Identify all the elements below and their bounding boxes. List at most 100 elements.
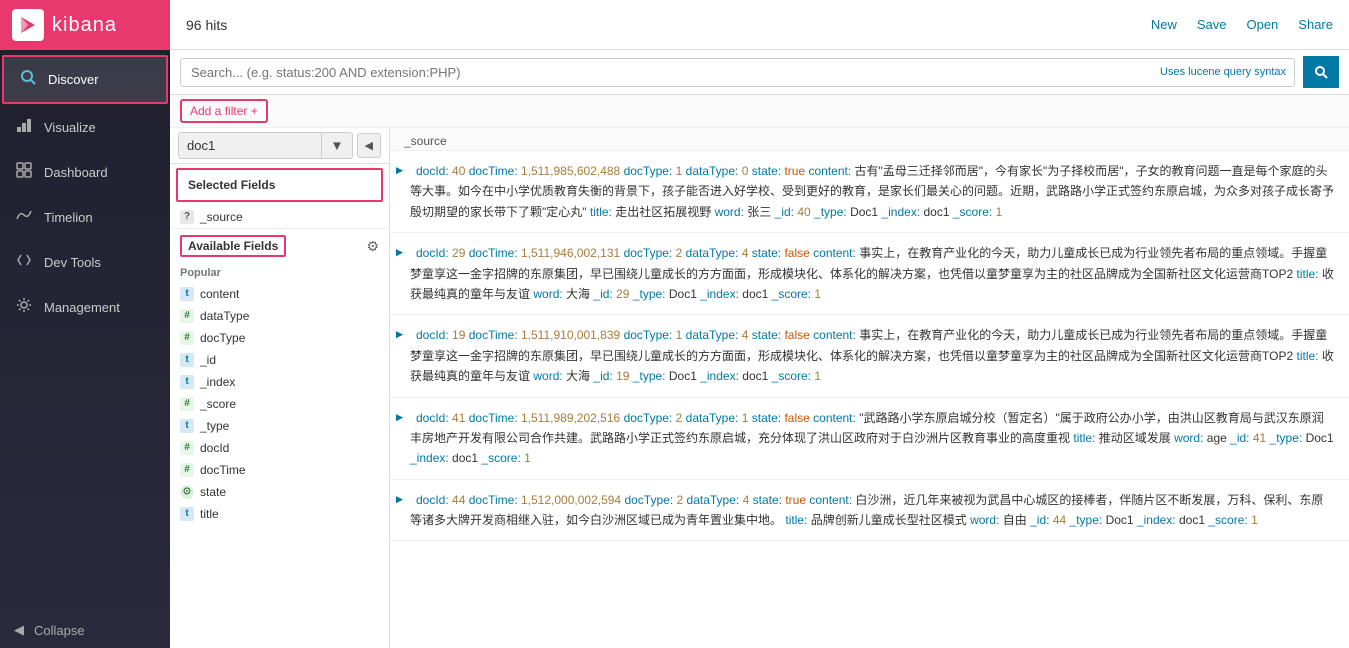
sidebar-item-visualize[interactable]: Visualize	[0, 105, 170, 150]
field-type-t-icon2: t	[180, 353, 194, 367]
field-state-label: state	[200, 485, 226, 499]
field-content[interactable]: t content	[170, 283, 389, 305]
discover-icon	[18, 69, 38, 90]
sidebar-item-devtools[interactable]: Dev Tools	[0, 240, 170, 285]
source-field-badge: ?	[180, 210, 194, 224]
filter-row: Add a filter +	[170, 95, 1349, 128]
field-doctype-label: docType	[200, 331, 245, 345]
field-type-hash-icon: #	[180, 309, 194, 323]
field-content-label: content	[200, 287, 239, 301]
index-name[interactable]: doc1	[178, 132, 322, 159]
visualize-icon	[14, 117, 34, 138]
logo-area[interactable]: kibana	[0, 0, 170, 50]
result-entry-5: ▶ docId: 44 docTime: 1,512,000,002,594 d…	[390, 480, 1349, 542]
popular-label: Popular	[170, 263, 389, 283]
new-button[interactable]: New	[1151, 17, 1177, 32]
field-type[interactable]: t _type	[170, 415, 389, 437]
sidebar-item-discover[interactable]: Discover	[2, 55, 168, 104]
panel-collapse-button[interactable]: ◀	[357, 133, 381, 158]
field-doctype[interactable]: # docType	[170, 327, 389, 349]
search-button[interactable]	[1303, 56, 1339, 88]
result-entry-3: ▶ docId: 19 docTime: 1,511,910,001,839 d…	[390, 315, 1349, 397]
open-button[interactable]: Open	[1246, 17, 1278, 32]
field-state[interactable]: ⊙ state	[170, 481, 389, 503]
field-type-t-icon3: t	[180, 375, 194, 389]
hits-count: 96 hits	[186, 17, 227, 33]
field-type-t-icon5: t	[180, 507, 194, 521]
sidebar-nav: Discover Visualize Dashboar	[0, 50, 170, 612]
selected-fields-header: Selected Fields	[176, 168, 383, 202]
kibana-logo-text: kibana	[52, 14, 117, 37]
available-fields-label: Available Fields	[180, 235, 286, 257]
main-area: 96 hits New Save Open Share Uses lucene …	[170, 0, 1349, 648]
result-3-expand-icon[interactable]: ▶	[396, 327, 403, 342]
management-icon	[14, 297, 34, 318]
left-panel: doc1 ▼ ◀ Selected Fields ? _source Avail…	[170, 128, 390, 648]
field-doctime[interactable]: # docTime	[170, 459, 389, 481]
gear-icon[interactable]: ⚙	[366, 238, 379, 255]
field-docid-label: docId	[200, 441, 229, 455]
source-field-name: _source	[200, 210, 243, 224]
field-score-label: _score	[200, 397, 236, 411]
field-id-label: _id	[200, 353, 216, 367]
field-type-hash-icon3: #	[180, 397, 194, 411]
field-type-hash-icon5: #	[180, 463, 194, 477]
index-selector: doc1 ▼ ◀	[170, 128, 389, 164]
collapse-label: Collapse	[34, 623, 85, 638]
field-title-label: title	[200, 507, 219, 521]
field-type-circle-icon: ⊙	[180, 485, 194, 499]
field-type-hash-icon4: #	[180, 441, 194, 455]
field-doctime-label: docTime	[200, 463, 246, 477]
sidebar-item-dashboard[interactable]: Dashboard	[0, 150, 170, 195]
field-datatype-label: dataType	[200, 309, 249, 323]
lucene-hint: Uses lucene query syntax	[1152, 66, 1294, 78]
sidebar-item-discover-label: Discover	[48, 72, 99, 87]
sidebar-item-timelion[interactable]: Timelion	[0, 195, 170, 240]
sidebar-item-visualize-label: Visualize	[44, 120, 96, 135]
devtools-icon	[14, 252, 34, 273]
field-index-label: _index	[200, 375, 235, 389]
sidebar-item-dashboard-label: Dashboard	[44, 165, 108, 180]
field-id[interactable]: t _id	[170, 349, 389, 371]
results-area: _source ▶ docId: 40 docTime: 1,511,985,6…	[390, 128, 1349, 648]
field-docid[interactable]: # docId	[170, 437, 389, 459]
timelion-icon	[14, 207, 34, 228]
source-field-item[interactable]: ? _source	[170, 206, 389, 228]
search-input[interactable]	[181, 59, 1152, 86]
top-bar: 96 hits New Save Open Share	[170, 0, 1349, 50]
search-input-wrap: Uses lucene query syntax	[180, 58, 1295, 87]
collapse-icon: ◀	[14, 622, 24, 638]
sidebar-item-management-label: Management	[44, 300, 120, 315]
save-button[interactable]: Save	[1197, 17, 1227, 32]
result-1-expand-icon[interactable]: ▶	[396, 163, 403, 178]
sidebar-item-management[interactable]: Management	[0, 285, 170, 330]
sidebar-collapse[interactable]: ◀ Collapse	[0, 612, 170, 648]
available-fields-header: Available Fields ⚙	[170, 228, 389, 263]
field-datatype[interactable]: # dataType	[170, 305, 389, 327]
share-button[interactable]: Share	[1298, 17, 1333, 32]
dashboard-icon	[14, 162, 34, 183]
sidebar-item-devtools-label: Dev Tools	[44, 255, 101, 270]
add-filter-button[interactable]: Add a filter +	[180, 99, 268, 123]
result-entry-1: ▶ docId: 40 docTime: 1,511,985,602,488 d…	[390, 151, 1349, 233]
field-title[interactable]: t title	[170, 503, 389, 525]
search-bar-row: Uses lucene query syntax	[170, 50, 1349, 95]
field-type-t-icon: t	[180, 287, 194, 301]
field-type-label: _type	[200, 419, 229, 433]
field-score[interactable]: # _score	[170, 393, 389, 415]
kibana-logo-icon	[12, 9, 44, 41]
field-index[interactable]: t _index	[170, 371, 389, 393]
source-header: _source	[390, 128, 1349, 151]
sidebar: kibana Discover Visualize	[0, 0, 170, 648]
result-4-expand-icon[interactable]: ▶	[396, 410, 403, 425]
result-entry-2: ▶ docId: 29 docTime: 1,511,946,002,131 d…	[390, 233, 1349, 315]
field-type-hash-icon2: #	[180, 331, 194, 345]
result-2-expand-icon[interactable]: ▶	[396, 245, 403, 260]
sidebar-item-timelion-label: Timelion	[44, 210, 93, 225]
result-5-expand-icon[interactable]: ▶	[396, 492, 403, 507]
result-entry-4: ▶ docId: 41 docTime: 1,511,989,202,516 d…	[390, 398, 1349, 480]
top-bar-actions: New Save Open Share	[1151, 17, 1333, 32]
field-type-t-icon4: t	[180, 419, 194, 433]
content-row: doc1 ▼ ◀ Selected Fields ? _source Avail…	[170, 128, 1349, 648]
index-dropdown-button[interactable]: ▼	[322, 132, 352, 159]
